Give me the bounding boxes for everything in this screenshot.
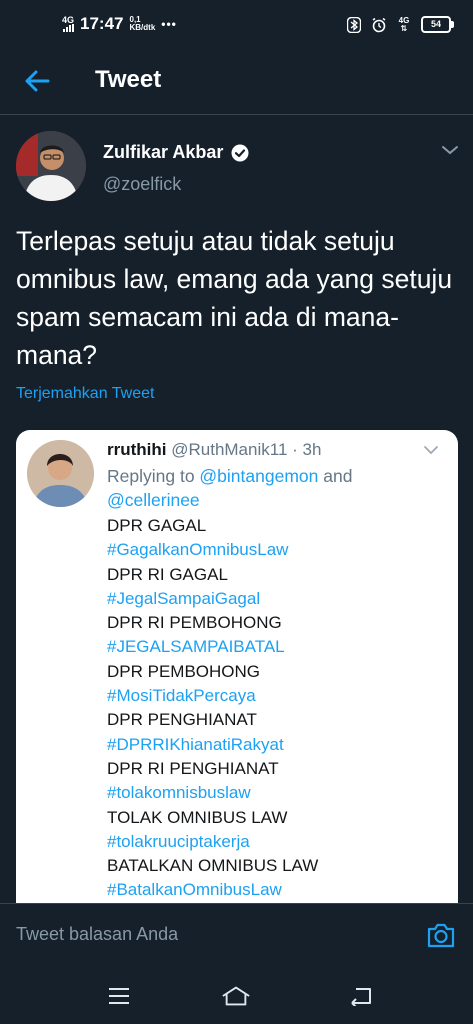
system-navigation-bar xyxy=(0,969,473,1024)
chevron-down-icon xyxy=(424,446,438,455)
quoted-text-lines: DPR GAGAL #GagalkanOmnibusLaw DPR RI GAGAL… xyxy=(107,514,318,903)
network-speed: 0,1 KB/dtk xyxy=(130,16,156,32)
nav-menu-button[interactable] xyxy=(104,983,134,1009)
author-name[interactable]: Zulfikar Akbar xyxy=(103,142,223,163)
author-name-row[interactable]: Zulfikar Akbar xyxy=(103,142,249,163)
signal-indicator: 4G xyxy=(62,16,74,32)
quoted-text-line: DPR GAGAL xyxy=(107,516,207,535)
quoted-meta: @RuthManik11 · 3h xyxy=(171,440,322,459)
clock: 17:47 xyxy=(80,14,124,33)
quoted-name: rruthihi xyxy=(107,440,167,459)
signal-bars-icon xyxy=(62,24,74,32)
camera-icon xyxy=(427,923,455,948)
quoted-text-line: DPR RI PENGHIANAT xyxy=(107,758,279,778)
notification-dots: ••• xyxy=(161,17,177,31)
reply-input[interactable]: Tweet balasan Anda xyxy=(16,924,178,945)
bluetooth-icon xyxy=(346,16,362,33)
chevron-down-icon xyxy=(442,146,458,155)
quoted-header: rruthihi @RuthManik11 · 3h xyxy=(107,440,321,460)
page-title: Tweet xyxy=(95,66,162,93)
home-icon xyxy=(222,986,250,1006)
quoted-replying-to: Replying to @bintangemon and @cellerinee xyxy=(107,464,447,512)
menu-icon xyxy=(109,988,129,1004)
reply-user-1: @bintangemon xyxy=(199,466,319,486)
quoted-hashtag-line[interactable]: #tolakruuciptakerja xyxy=(107,830,318,854)
quoted-hashtag-line[interactable]: #BatalkanOmnibusLaw xyxy=(107,878,318,902)
quoted-text-line: DPR RI GAGAL xyxy=(107,564,228,584)
verified-badge-icon xyxy=(231,144,249,161)
back-icon xyxy=(351,988,371,1006)
reply-bar: Tweet balasan Anda xyxy=(0,903,473,970)
quoted-avatar xyxy=(27,440,94,507)
translate-tweet-link[interactable]: Terjemahkan Tweet xyxy=(16,385,154,403)
battery-level: 54 xyxy=(430,19,441,29)
status-bar: 4G 17:47 0,1 KB/dtk ••• 4G ⇅ 54 xyxy=(0,0,473,52)
tweet-text: Terlepas setuju atau tidak setuju omnibu… xyxy=(16,226,453,370)
quoted-text-line: TOLAK OMNIBUS LAW xyxy=(107,807,288,827)
speed-unit: KB/dtk xyxy=(129,23,156,32)
quoted-hashtag-line[interactable]: #DPRRIKhianatiRakyat xyxy=(107,733,318,757)
quoted-hashtag-line[interactable]: #tolakomnisbuslaw xyxy=(107,781,318,805)
quoted-text-line: DPR PENGHIANAT xyxy=(107,710,257,730)
back-button[interactable] xyxy=(22,66,52,96)
quoted-hashtag-line[interactable]: #GagalkanOmnibusLaw xyxy=(107,538,318,562)
nav-home-button[interactable] xyxy=(221,983,251,1009)
author-handle[interactable]: @zoelfick xyxy=(103,174,181,195)
network-type: 4G xyxy=(62,15,75,25)
alarm-icon xyxy=(371,17,387,33)
tweet-options-button[interactable] xyxy=(438,140,462,160)
quoted-text-line: DPR RI PEMBOHONG xyxy=(107,613,282,633)
quoted-hashtag-line[interactable]: #JEGALSAMPAIBATAL xyxy=(107,635,318,659)
reply-user-2: @cellerinee xyxy=(107,490,200,510)
replying-prefix: Replying to xyxy=(107,466,200,486)
arrow-left-icon xyxy=(25,70,50,92)
status-right: 4G ⇅ 54 xyxy=(346,16,454,33)
tweet-media-image[interactable]: rruthihi @RuthManik11 · 3h Replying to @… xyxy=(16,430,458,910)
camera-button[interactable] xyxy=(426,921,456,949)
app-header: Tweet xyxy=(0,52,473,115)
battery-icon: 54 xyxy=(421,16,454,33)
author-avatar[interactable] xyxy=(16,131,86,201)
quoted-hashtag-line[interactable]: #MosiTidakPercaya xyxy=(107,684,318,708)
nav-back-button[interactable] xyxy=(346,983,376,1009)
quoted-hashtag-line[interactable]: #JegalSampaiGagal xyxy=(107,587,318,611)
quoted-text-line: BATALKAN OMNIBUS LAW xyxy=(107,856,319,876)
mobile-data-icon: 4G ⇅ xyxy=(396,16,412,33)
status-left: 4G 17:47 0,1 KB/dtk ••• xyxy=(62,14,177,34)
data-arrows-icon: ⇅ xyxy=(400,23,408,33)
reply-and: and xyxy=(318,466,353,486)
quoted-text-line: DPR PEMBOHONG xyxy=(107,661,261,681)
